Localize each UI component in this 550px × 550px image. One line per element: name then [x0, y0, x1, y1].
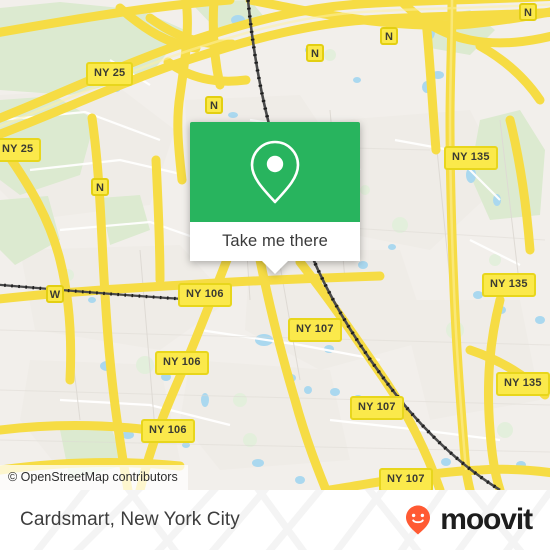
take-me-there-label: Take me there: [222, 232, 328, 250]
route-shield: NY 107: [288, 318, 342, 342]
route-shield: NY 135: [496, 372, 550, 396]
map-pin-icon: [250, 140, 300, 204]
route-shield: NY 25: [0, 138, 42, 162]
route-shield: NY 107: [379, 468, 433, 490]
route-shield: NY 106: [141, 419, 195, 443]
place-title: Cardsmart, New York City: [20, 509, 240, 530]
moovit-location-card: NY 25 NY 25 NY 135 NY 106 NY 107 NY 106 NY 135…: [0, 0, 550, 550]
moovit-wordmark: moovit: [440, 503, 533, 536]
popup-action-bar[interactable]: Take me there: [190, 222, 360, 274]
location-popup[interactable]: Take me there: [190, 122, 360, 274]
route-shield: NY 135: [444, 146, 498, 170]
moovit-smiley-pin-icon: [406, 505, 431, 535]
popup-tail: [262, 261, 288, 274]
card-footer: Cardsmart, New York City moovit: [0, 490, 550, 550]
route-shield: NY 25: [86, 62, 134, 86]
popup-header: [190, 122, 360, 222]
osm-attribution[interactable]: © OpenStreetMap contributors: [0, 464, 188, 490]
junction-marker: N: [306, 44, 324, 62]
route-shield: NY 135: [482, 273, 536, 297]
map-canvas[interactable]: NY 25 NY 25 NY 135 NY 106 NY 107 NY 106 NY 135…: [0, 0, 550, 490]
junction-marker: N: [380, 27, 398, 45]
route-shield: NY 107: [350, 396, 404, 420]
route-shield: NY 106: [155, 351, 209, 375]
moovit-brand[interactable]: moovit: [401, 503, 533, 537]
junction-marker: N: [205, 96, 223, 114]
junction-marker: W: [46, 285, 64, 303]
junction-marker: N: [519, 3, 537, 21]
junction-marker: N: [91, 178, 109, 196]
route-shield: NY 106: [178, 283, 232, 307]
